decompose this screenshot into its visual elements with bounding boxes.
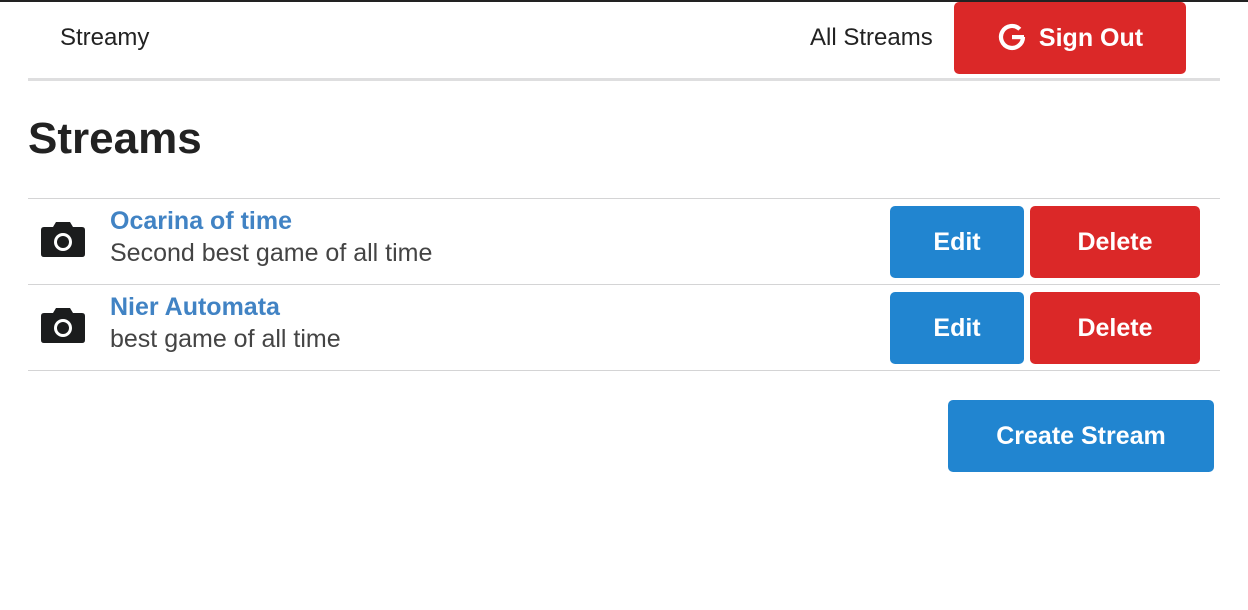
stream-title[interactable]: Nier Automata	[110, 293, 280, 322]
stream-list: Ocarina of time Second best game of all …	[28, 198, 1220, 371]
create-stream-button[interactable]: Create Stream	[948, 400, 1214, 472]
camera-icon	[41, 222, 85, 257]
sign-out-label: Sign Out	[1038, 24, 1144, 52]
all-streams-link[interactable]: All Streams	[810, 24, 933, 52]
page-title: Streams	[28, 114, 202, 163]
list-item: Nier Automata best game of all time Edit…	[28, 285, 1220, 371]
camera-icon	[41, 308, 85, 343]
edit-button[interactable]: Edit	[890, 206, 1024, 278]
stream-description: best game of all time	[110, 325, 341, 353]
sign-out-button[interactable]: Sign Out	[954, 2, 1186, 74]
delete-button[interactable]: Delete	[1030, 206, 1200, 278]
delete-button[interactable]: Delete	[1030, 292, 1200, 364]
google-icon	[998, 24, 1026, 51]
list-item: Ocarina of time Second best game of all …	[28, 199, 1220, 285]
stream-title[interactable]: Ocarina of time	[110, 207, 292, 236]
edit-button[interactable]: Edit	[890, 292, 1024, 364]
stream-description: Second best game of all time	[110, 239, 433, 267]
brand-link[interactable]: Streamy	[60, 24, 149, 52]
